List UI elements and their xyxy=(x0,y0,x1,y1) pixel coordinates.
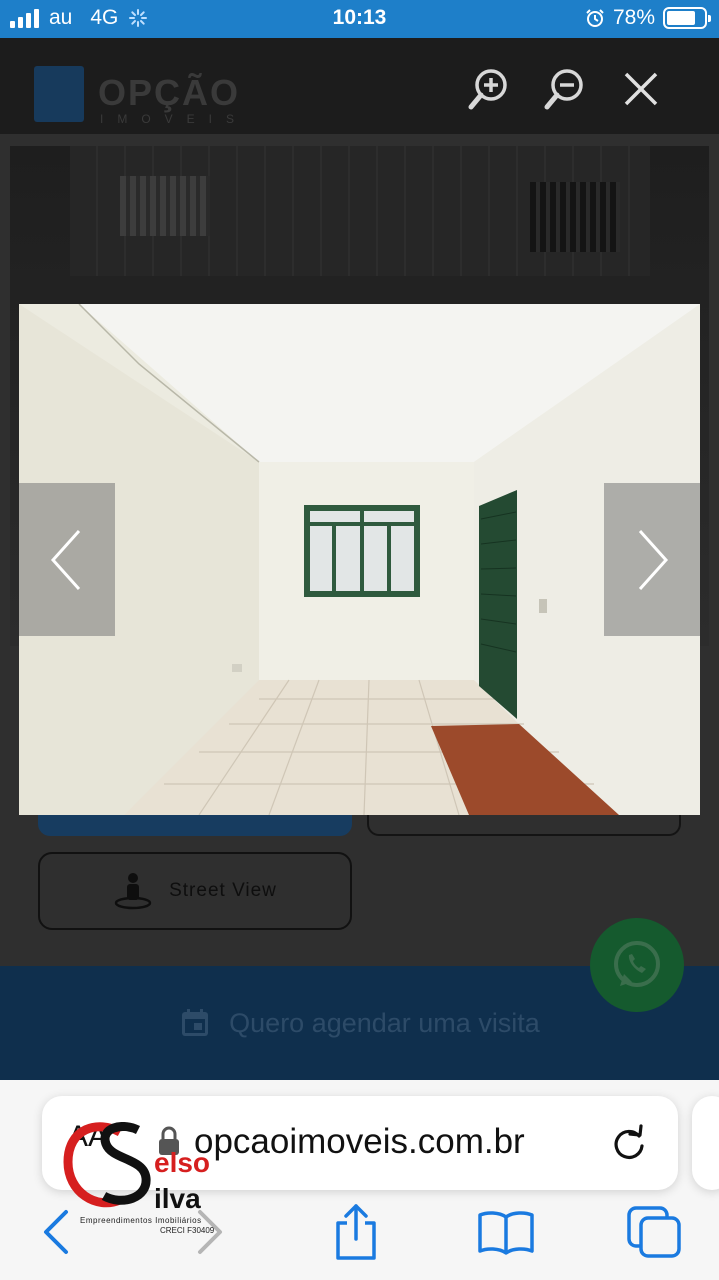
chevron-left-icon xyxy=(50,529,81,590)
chevron-right-icon xyxy=(638,529,669,590)
previous-photo-button[interactable] xyxy=(19,483,115,636)
share-button[interactable] xyxy=(326,1202,386,1262)
reload-icon[interactable] xyxy=(608,1122,650,1164)
logo-text: OPÇÃO xyxy=(98,72,241,113)
next-tab-address-bar[interactable] xyxy=(692,1096,719,1190)
bookmarks-icon xyxy=(478,1211,534,1255)
url-text: opcaoimoveis.com.br xyxy=(194,1122,525,1161)
watermark-name-line1: elso xyxy=(154,1147,210,1178)
watermark-creci: CRECI F30409 xyxy=(160,1226,215,1235)
property-photo xyxy=(19,304,700,815)
battery-percent: 78% xyxy=(612,6,655,29)
whatsapp-button[interactable] xyxy=(590,918,684,1012)
calendar-icon xyxy=(182,1009,209,1036)
street-view-label: Street View xyxy=(169,880,277,901)
share-icon xyxy=(336,1204,376,1260)
schedule-visit-label: Quero agendar uma visita xyxy=(229,1007,540,1038)
next-photo-button[interactable] xyxy=(604,483,700,636)
tabs-button[interactable] xyxy=(624,1202,684,1262)
street-view-button[interactable]: Street View xyxy=(38,852,352,930)
logo-subtext: IMOVEIS xyxy=(100,112,249,126)
tabs-icon xyxy=(627,1206,681,1258)
zoom-out-icon[interactable] xyxy=(542,66,588,112)
watermark-name-line2: ilva xyxy=(154,1183,201,1214)
status-bar: au 4G 10:13 78% xyxy=(0,0,719,38)
zoom-in-icon[interactable] xyxy=(466,66,512,112)
whatsapp-icon xyxy=(614,941,660,987)
close-icon[interactable] xyxy=(618,66,664,112)
watermark-subtitle: Empreendimentos Imobiliários xyxy=(80,1216,202,1225)
logo-icon xyxy=(34,66,84,122)
battery-icon xyxy=(663,7,711,29)
street-view-person-icon xyxy=(114,873,152,910)
site-header: OPÇÃO IMOVEIS xyxy=(0,38,719,134)
alarm-icon xyxy=(586,9,604,27)
bookmarks-button[interactable] xyxy=(476,1202,536,1262)
